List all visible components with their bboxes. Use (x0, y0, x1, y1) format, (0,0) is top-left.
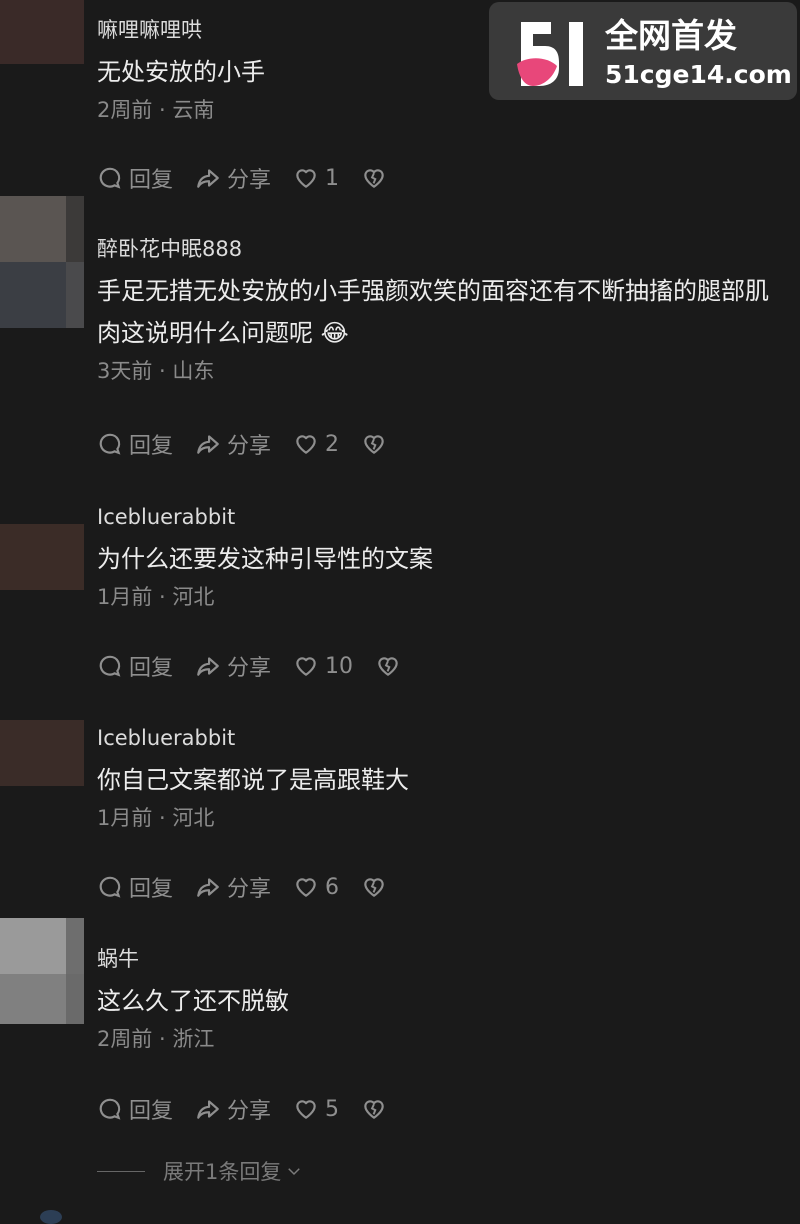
comment-username[interactable]: 蜗牛 (97, 946, 788, 972)
comment-meta: 2周前 · 浙江 (97, 1026, 788, 1052)
comment-username[interactable]: 醉卧花中眠888 (97, 236, 788, 262)
share-arrow-icon (195, 874, 221, 900)
heart-icon (293, 1096, 319, 1122)
comment-text: 为什么还要发这种引导性的文案 (97, 538, 788, 580)
reply-button[interactable]: 回复 (97, 650, 173, 682)
expand-replies-button[interactable]: 展开1条回复 (97, 1156, 303, 1186)
comment-username[interactable]: Icebluerabbit (97, 504, 788, 530)
dislike-button[interactable] (361, 431, 387, 457)
reply-label: 回复 (129, 162, 173, 194)
comment-meta: 1月前 · 河北 (97, 805, 788, 831)
comment-meta: 1月前 · 河北 (97, 584, 788, 610)
like-count: 10 (325, 654, 353, 679)
share-label: 分享 (227, 1093, 271, 1125)
chat-bubble-icon (97, 1096, 123, 1122)
comment-actions: 回复 分享 5 (97, 1093, 409, 1125)
comment-meta: 2周前 · 云南 (97, 97, 788, 123)
divider-line (97, 1171, 145, 1172)
comment-text: 手足无措无处安放的小手强颜欢笑的面容还有不断抽搐的腿部肌肉这说明什么问题呢 😂 (97, 270, 788, 354)
avatar (40, 1210, 62, 1224)
like-button[interactable]: 6 (293, 874, 339, 900)
share-button[interactable]: 分享 (195, 871, 271, 903)
avatar[interactable] (0, 524, 84, 590)
reply-button[interactable]: 回复 (97, 871, 173, 903)
expand-replies-label: 展开1条回复 (163, 1156, 281, 1186)
reply-button[interactable]: 回复 (97, 162, 173, 194)
avatar[interactable] (0, 720, 84, 786)
comment-actions: 回复 分享 1 (97, 162, 409, 194)
broken-heart-icon (375, 653, 401, 679)
share-arrow-icon (195, 653, 221, 679)
dislike-button[interactable] (361, 1096, 387, 1122)
dislike-button[interactable] (375, 653, 401, 679)
comment-actions: 回复 分享 2 (97, 428, 409, 460)
comment-actions: 回复 分享 6 (97, 871, 409, 903)
broken-heart-icon (361, 165, 387, 191)
watermark-banner: 全网首发 51cge14.com (489, 2, 797, 100)
avatar[interactable] (0, 918, 84, 1024)
like-count: 5 (325, 1097, 339, 1122)
like-count: 2 (325, 432, 339, 457)
avatar[interactable] (0, 0, 84, 64)
share-button[interactable]: 分享 (195, 428, 271, 460)
like-button[interactable]: 5 (293, 1096, 339, 1122)
share-label: 分享 (227, 428, 271, 460)
heart-icon (293, 653, 319, 679)
chat-bubble-icon (97, 653, 123, 679)
chevron-down-icon (285, 1162, 303, 1180)
comment-username[interactable]: Icebluerabbit (97, 725, 788, 751)
avatar[interactable] (0, 196, 84, 328)
watermark-logo (507, 16, 593, 88)
broken-heart-icon (361, 1096, 387, 1122)
share-arrow-icon (195, 431, 221, 457)
broken-heart-icon (361, 431, 387, 457)
dislike-button[interactable] (361, 874, 387, 900)
reply-label: 回复 (129, 428, 173, 460)
watermark-title: 全网首发 (605, 16, 737, 56)
heart-icon (293, 874, 319, 900)
reply-button[interactable]: 回复 (97, 428, 173, 460)
comment-meta: 3天前 · 山东 (97, 358, 788, 384)
broken-heart-icon (361, 874, 387, 900)
share-button[interactable]: 分享 (195, 162, 271, 194)
share-label: 分享 (227, 650, 271, 682)
comment-text: 这么久了还不脱敏 (97, 980, 788, 1022)
share-button[interactable]: 分享 (195, 1093, 271, 1125)
chat-bubble-icon (97, 165, 123, 191)
comment-actions: 回复 分享 10 (97, 650, 423, 682)
reply-button[interactable]: 回复 (97, 1093, 173, 1125)
share-label: 分享 (227, 162, 271, 194)
chat-bubble-icon (97, 874, 123, 900)
heart-icon (293, 431, 319, 457)
chat-bubble-icon (97, 431, 123, 457)
like-count: 6 (325, 875, 339, 900)
like-button[interactable]: 2 (293, 431, 339, 457)
watermark-url: 51cge14.com (605, 60, 792, 90)
comment-text: 你自己文案都说了是高跟鞋大 (97, 759, 788, 801)
heart-icon (293, 165, 319, 191)
like-button[interactable]: 1 (293, 165, 339, 191)
share-arrow-icon (195, 165, 221, 191)
reply-label: 回复 (129, 1093, 173, 1125)
share-label: 分享 (227, 871, 271, 903)
like-button[interactable]: 10 (293, 653, 353, 679)
dislike-button[interactable] (361, 165, 387, 191)
like-count: 1 (325, 166, 339, 191)
share-button[interactable]: 分享 (195, 650, 271, 682)
share-arrow-icon (195, 1096, 221, 1122)
reply-label: 回复 (129, 871, 173, 903)
reply-label: 回复 (129, 650, 173, 682)
